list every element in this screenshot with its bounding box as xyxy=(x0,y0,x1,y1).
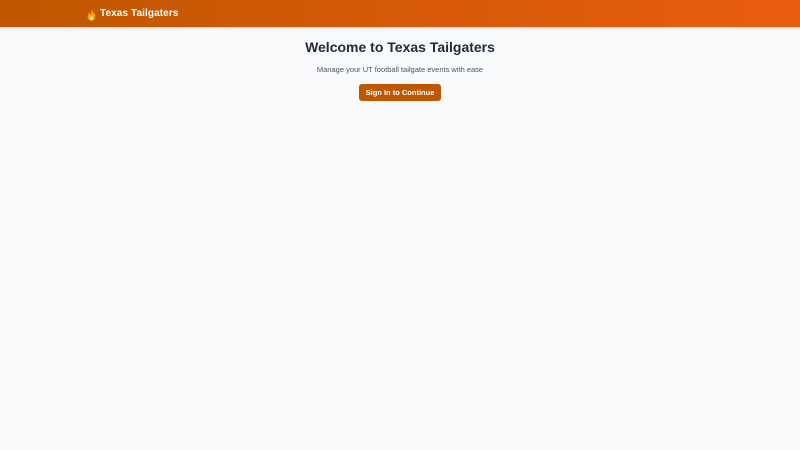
flame-icon xyxy=(87,8,96,21)
sign-in-button[interactable]: Sign In to Continue xyxy=(358,84,442,101)
brand-label: Texas Tailgaters xyxy=(100,8,179,19)
brand-link[interactable]: Texas Tailgaters xyxy=(87,0,179,27)
page-title: Welcome to Texas Tailgaters xyxy=(305,39,495,55)
page-subtitle: Manage your UT football tailgate events … xyxy=(316,65,484,74)
top-nav-bar: Texas Tailgaters xyxy=(0,0,800,27)
welcome-section: Welcome to Texas Tailgaters Manage your … xyxy=(0,38,800,101)
